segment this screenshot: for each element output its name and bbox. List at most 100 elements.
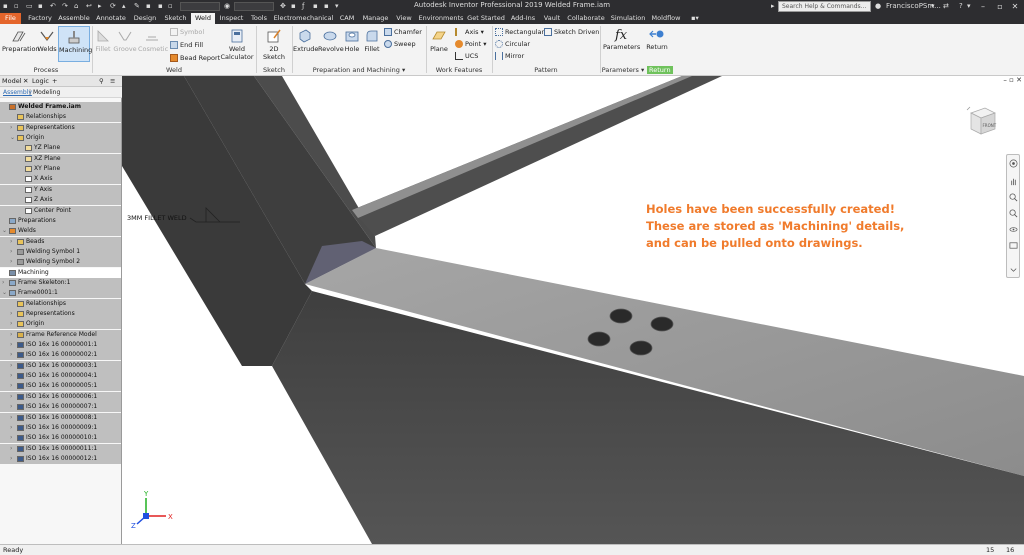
2d-sketch-button[interactable]: 2D Sketch — [258, 28, 290, 61]
expand-chevron-icon[interactable]: › — [10, 433, 16, 443]
fillet-button[interactable]: Fillet — [362, 28, 382, 53]
tab-factory[interactable]: Factory — [25, 13, 55, 24]
expand-chevron-icon[interactable]: › — [10, 237, 16, 247]
tree-node[interactable]: XY Plane — [0, 164, 121, 175]
tab-logic[interactable]: Logic — [32, 77, 49, 86]
search-input[interactable]: Search Help & Commands... — [778, 1, 871, 12]
collapse-chevron-icon[interactable]: ⌄ — [10, 133, 16, 143]
return-button[interactable]: Return — [644, 26, 670, 51]
hole-button[interactable]: Hole — [343, 28, 361, 53]
help-dropdown-icon[interactable]: ▾ — [967, 2, 971, 11]
sketch-driven-button[interactable]: Sketch Driven — [544, 27, 599, 37]
machined-hole-2[interactable] — [650, 316, 674, 332]
machined-hole-1[interactable] — [609, 308, 633, 324]
search-tools-icon[interactable]: ▸ — [771, 2, 775, 11]
symbol-button[interactable]: Symbol — [170, 27, 204, 37]
tab-environments[interactable]: Environments — [418, 13, 464, 24]
ucs-button[interactable]: UCS — [455, 51, 478, 61]
tab-weld[interactable]: Weld — [191, 13, 215, 24]
tree-node[interactable]: › ISO 16x 16 00000012:1 — [0, 453, 121, 464]
tab-inspect[interactable]: Inspect — [218, 13, 245, 24]
parameters-panel-label[interactable]: Parameters ▾ — [601, 66, 645, 74]
assembly-view-tab[interactable]: Assembly — [3, 87, 32, 98]
rectangular-button[interactable]: Rectangular — [495, 27, 544, 37]
preparation-machining-panel-label[interactable]: Preparation and Machining ▾ — [294, 66, 424, 74]
axis-button[interactable]: Axis ▾ — [455, 27, 484, 37]
expand-chevron-icon[interactable]: › — [10, 123, 16, 133]
expand-chevron-icon[interactable]: › — [10, 340, 16, 350]
expand-chevron-icon[interactable]: › — [10, 454, 16, 464]
expand-chevron-icon[interactable]: › — [10, 371, 16, 381]
tab-annotate[interactable]: Annotate — [94, 13, 128, 24]
tab-cam[interactable]: CAM — [336, 13, 358, 24]
tree-node[interactable]: XZ Plane — [0, 153, 121, 164]
tab-tools[interactable]: Tools — [248, 13, 270, 24]
modeling-view-tab[interactable]: Modeling — [33, 87, 60, 98]
machined-hole-3[interactable] — [587, 331, 611, 347]
tree-node[interactable]: › ISO 16x 16 00000007:1 — [0, 402, 121, 413]
tree-node[interactable]: › Frame Skeleton:1 — [0, 277, 121, 288]
tree-node[interactable]: Y Axis — [0, 184, 121, 195]
tree-node[interactable]: Preparations — [0, 215, 121, 226]
steering-wheel-icon[interactable] — [1009, 159, 1018, 168]
groove-button[interactable]: Groove — [113, 28, 137, 53]
preparation-button[interactable]: Preparation — [2, 28, 40, 53]
tree-node[interactable]: Relationships — [0, 298, 121, 309]
tree-node[interactable]: › Representations — [0, 122, 121, 133]
cart-icon[interactable]: ▾ — [931, 2, 935, 11]
expand-chevron-icon[interactable]: › — [10, 350, 16, 360]
viewport-minimize-icon[interactable]: – — [1003, 76, 1007, 84]
expand-chevron-icon[interactable]: › — [10, 247, 16, 257]
expand-chevron-icon[interactable]: › — [10, 392, 16, 402]
weld-calculator-button[interactable]: Weld Calculator — [220, 28, 254, 61]
expand-chevron-icon[interactable]: › — [10, 361, 16, 371]
end-fill-button[interactable]: End Fill — [170, 40, 203, 50]
add-tab-icon[interactable]: + — [52, 77, 57, 86]
collapse-chevron-icon[interactable]: ⌄ — [2, 288, 8, 298]
sweep-button[interactable]: Sweep — [384, 39, 416, 49]
cosmetic-button[interactable]: Cosmetic — [138, 28, 168, 53]
expand-chevron-icon[interactable]: › — [10, 381, 16, 391]
tab-file[interactable]: File — [0, 13, 21, 24]
expand-chevron-icon[interactable]: › — [10, 444, 16, 454]
tree-node[interactable]: Welded Frame.iam — [0, 102, 121, 112]
expand-chevron-icon[interactable]: › — [2, 278, 8, 288]
tree-node[interactable]: › Welding Symbol 2 — [0, 257, 121, 268]
plane-button[interactable]: Plane — [428, 28, 450, 53]
tab-design[interactable]: Design — [131, 13, 159, 24]
tab-model[interactable]: Model — [2, 77, 22, 86]
welds-button[interactable]: Welds — [37, 28, 57, 53]
tree-node[interactable]: › ISO 16x 16 00000001:1 — [0, 340, 121, 351]
weld-annotation-label[interactable]: 3MM FILLET WELD — [127, 214, 187, 222]
chamfer-button[interactable]: Chamfer — [384, 27, 422, 37]
tree-node[interactable]: ⌄ Origin — [0, 133, 121, 144]
expand-chevron-icon[interactable]: › — [10, 257, 16, 267]
beam-back-rail-top[interactable] — [352, 76, 692, 218]
zoom-icon[interactable] — [1009, 193, 1018, 202]
tree-node[interactable]: › Origin — [0, 319, 121, 330]
fillet-weld-button[interactable]: Fillet — [94, 28, 112, 53]
tab-collaborate[interactable]: Collaborate — [566, 13, 606, 24]
tree-node[interactable]: › ISO 16x 16 00000010:1 — [0, 433, 121, 444]
tree-node[interactable]: › Welding Symbol 1 — [0, 246, 121, 257]
tab-assemble[interactable]: Assemble — [57, 13, 91, 24]
search-icon[interactable]: ⚲ — [99, 77, 104, 86]
tree-node[interactable]: › ISO 16x 16 00000006:1 — [0, 391, 121, 402]
user-icon[interactable]: ● — [875, 2, 881, 11]
tab-moldflow[interactable]: Moldflow — [650, 13, 682, 24]
tree-node[interactable]: › ISO 16x 16 00000002:1 — [0, 350, 121, 361]
orbit-icon[interactable] — [1009, 225, 1018, 234]
3d-model-scene[interactable]: X Y Z — [122, 76, 1024, 544]
tab-electromechanical[interactable]: Electromechanical — [273, 13, 334, 24]
tree-node[interactable]: Center Point — [0, 205, 121, 216]
browser-menu-icon[interactable]: ≡ — [110, 77, 115, 86]
viewport-restore-icon[interactable]: ▫ — [1009, 76, 1014, 84]
tab-overflow-icon[interactable]: ▪▾ — [686, 13, 704, 24]
tree-node[interactable]: › ISO 16x 16 00000003:1 — [0, 360, 121, 371]
revolve-button[interactable]: Revolve — [318, 28, 344, 53]
expand-chevron-icon[interactable]: › — [10, 319, 16, 329]
mirror-button[interactable]: Mirror — [495, 51, 524, 61]
circular-button[interactable]: Circular — [495, 39, 530, 49]
tab-view[interactable]: View — [393, 13, 415, 24]
tab-simulation[interactable]: Simulation — [609, 13, 647, 24]
